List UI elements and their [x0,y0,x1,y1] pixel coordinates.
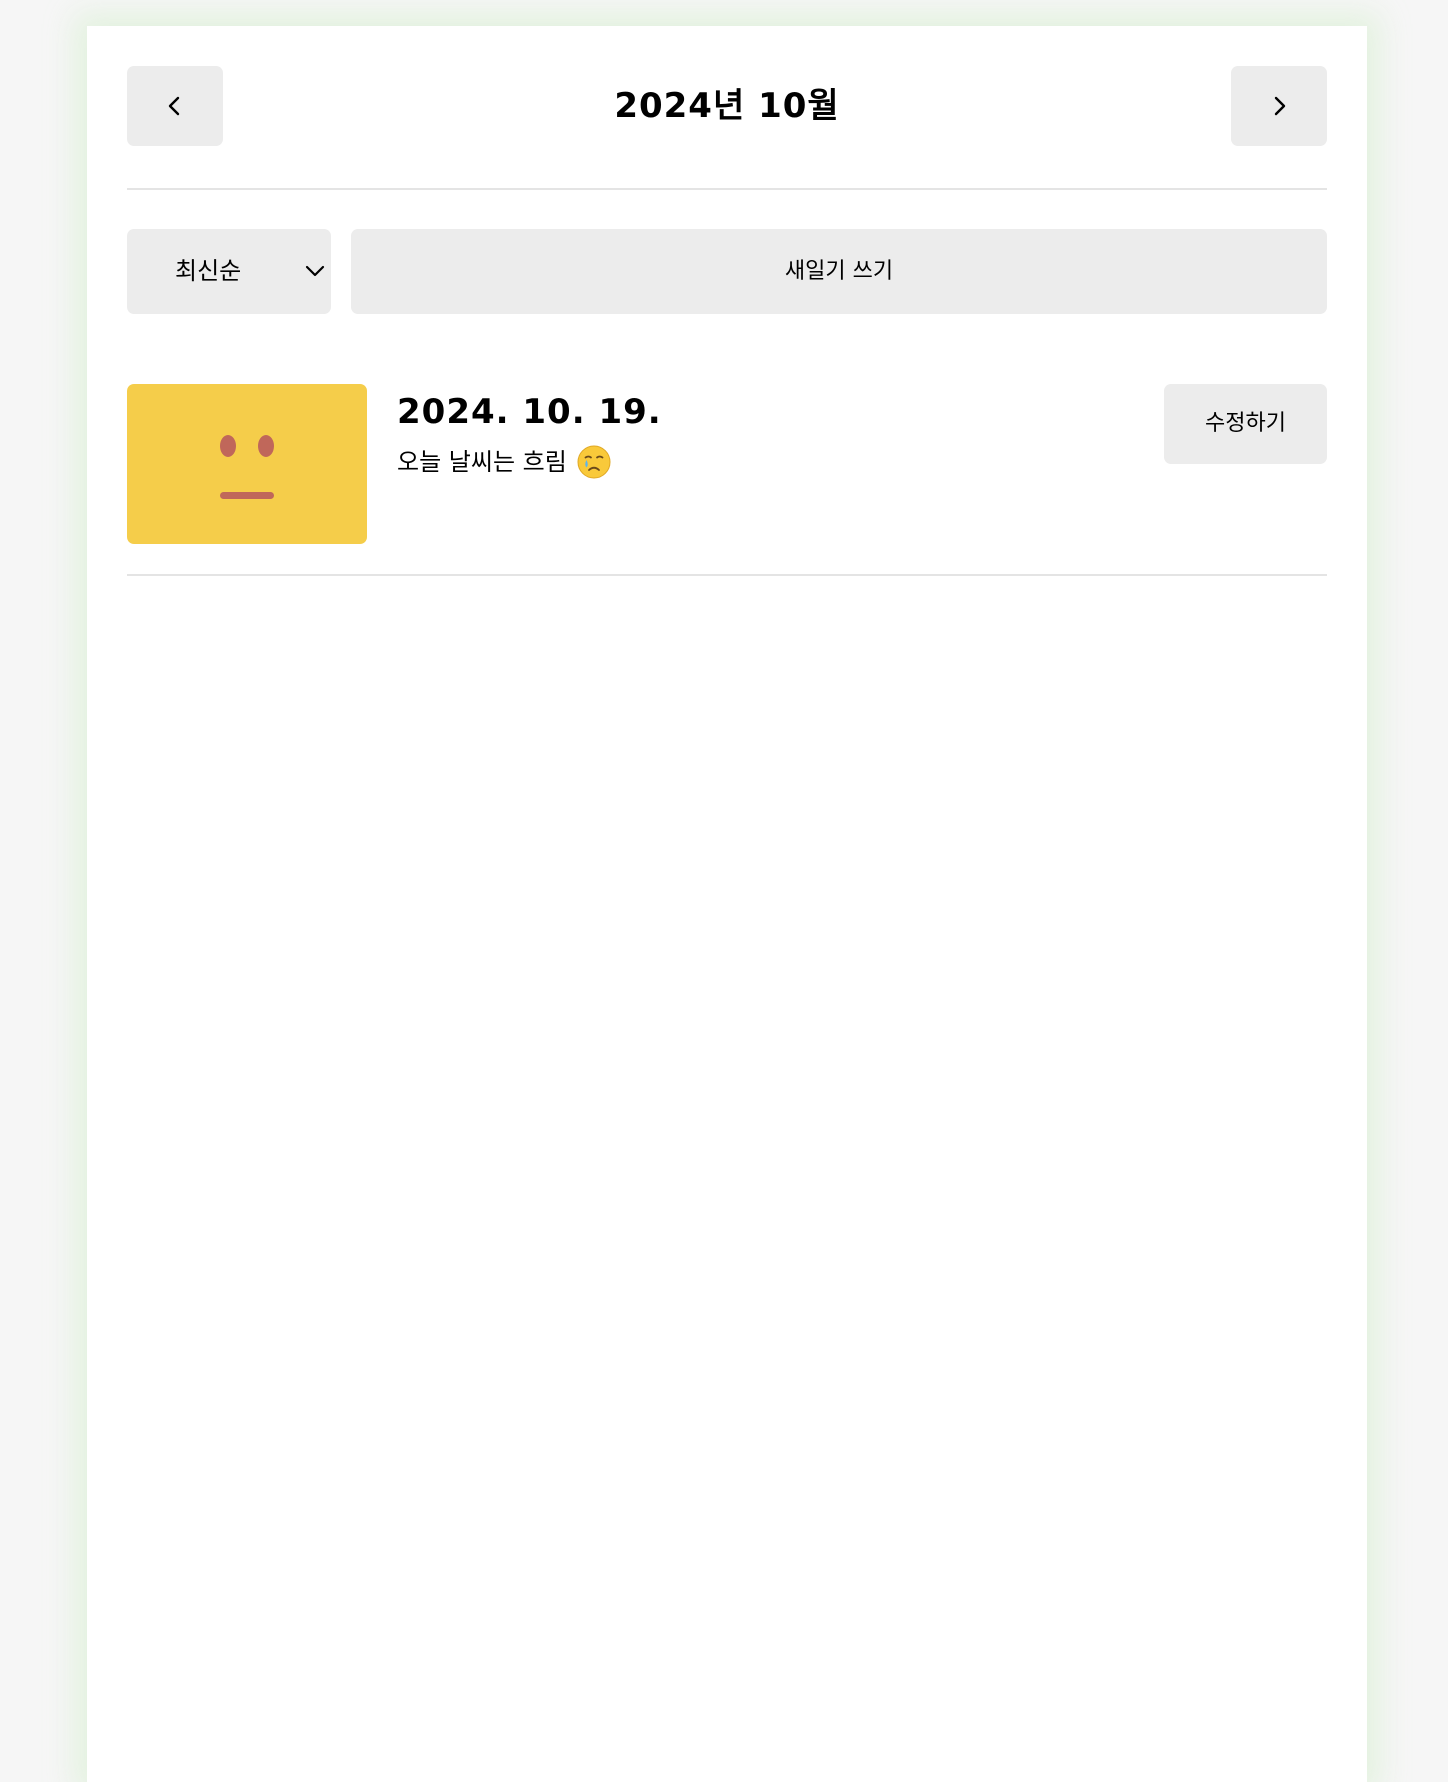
new-diary-button[interactable]: 새일기 쓰기 [351,229,1327,314]
diary-list: 2024. 10. 19. 오늘 날씨는 흐림 수정하기 [127,384,1327,576]
month-title: 2024년 10월 [614,86,840,126]
crying-face-icon [577,445,611,479]
chevron-down-icon [305,265,325,277]
diary-item: 2024. 10. 19. 오늘 날씨는 흐림 수정하기 [127,384,1327,576]
diary-content: 오늘 날씨는 흐림 [397,444,662,480]
chevron-left-icon [168,96,180,116]
chevron-right-icon [1274,96,1286,116]
prev-month-button[interactable] [127,66,223,146]
menu-bar: 최신순 새일기 쓰기 [127,229,1327,314]
header: 2024년 10월 [127,66,1327,190]
sort-selected-value: 최신순 [175,257,242,285]
diary-date: 2024. 10. 19. [397,392,662,432]
diary-content-text: 오늘 날씨는 흐림 [397,448,567,476]
sort-select[interactable]: 최신순 [127,229,331,314]
neutral-face-icon [220,435,274,499]
diary-app: 2024년 10월 최신순 새일기 쓰기 2024. 10. 19. 오늘 날씨… [87,26,1367,1782]
emotion-image[interactable] [127,384,367,544]
edit-button[interactable]: 수정하기 [1164,384,1327,464]
next-month-button[interactable] [1231,66,1327,146]
diary-info[interactable]: 2024. 10. 19. 오늘 날씨는 흐림 [397,390,662,480]
